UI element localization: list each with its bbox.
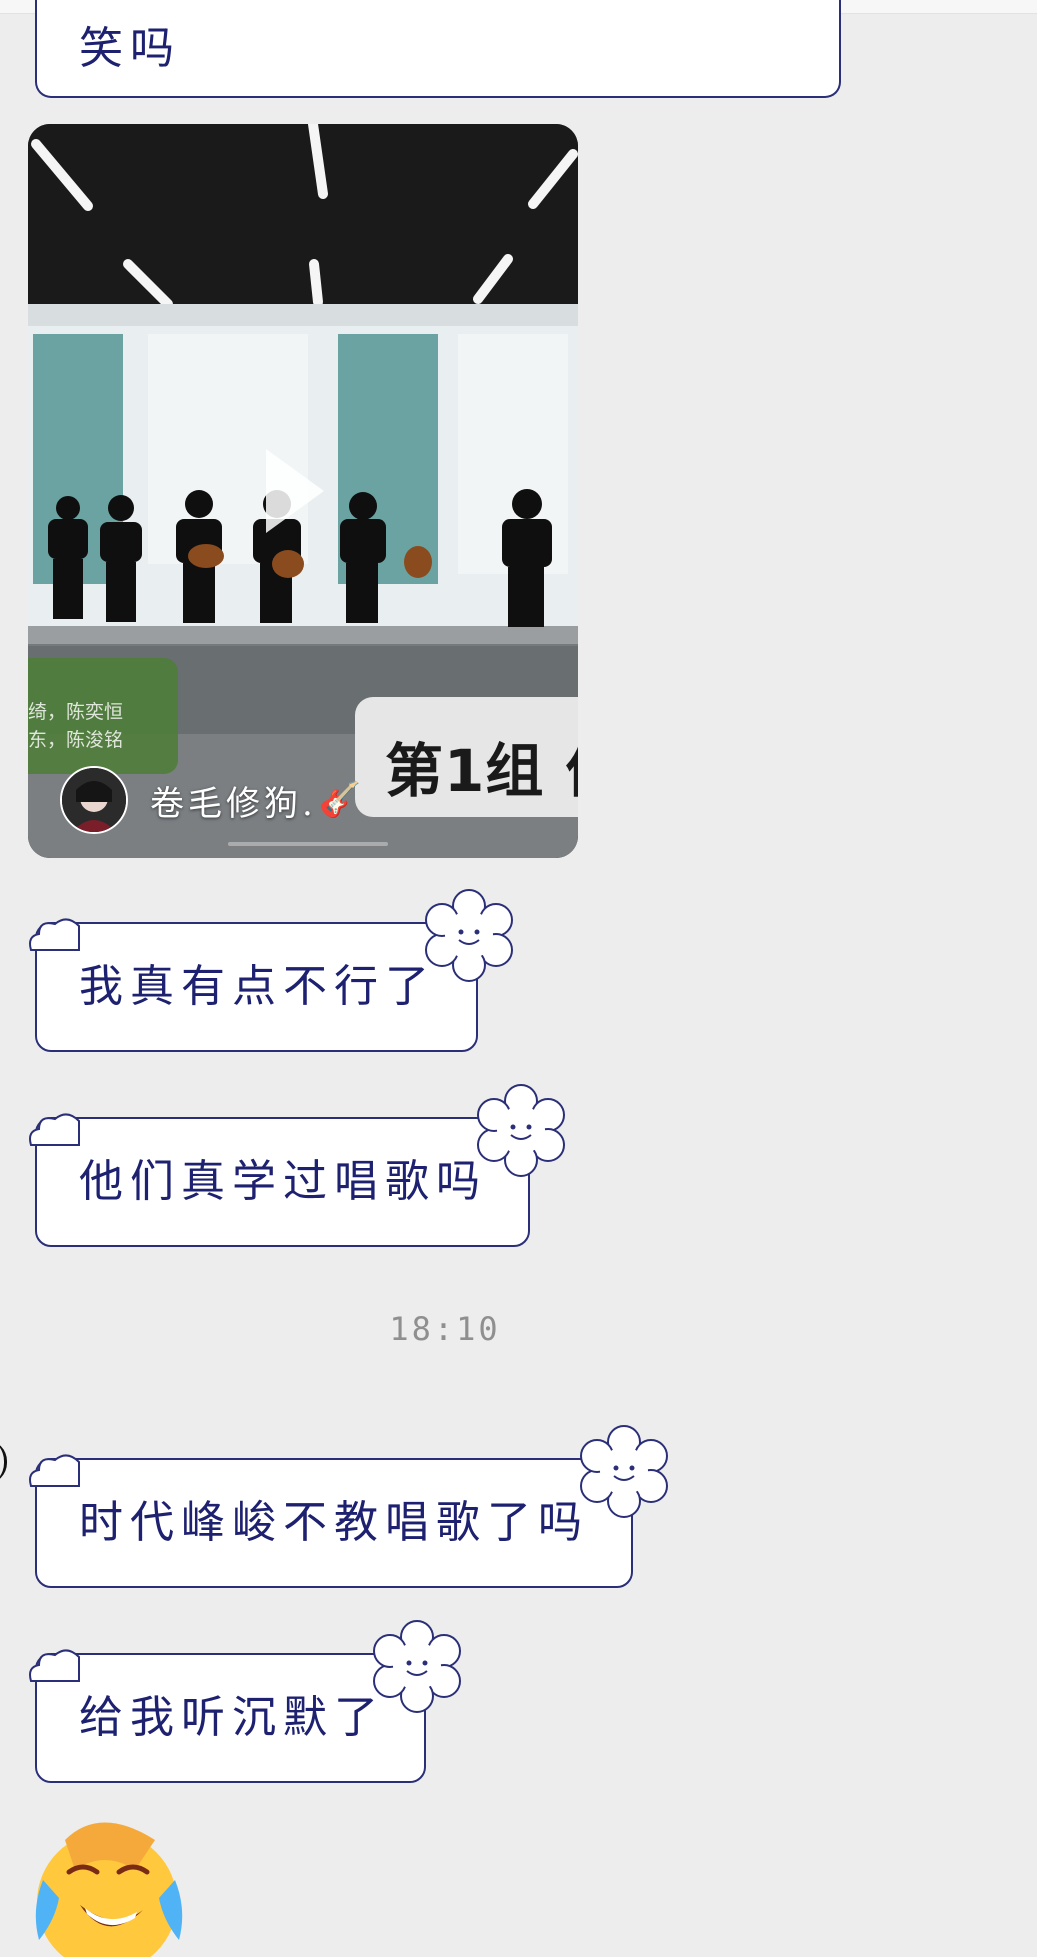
message-text: 时代峰峻不教唱歌了吗 — [79, 1497, 589, 1548]
smiley-flower-icon — [425, 889, 513, 982]
avatar-edge[interactable] — [0, 1440, 7, 1484]
timestamp: 18:10 — [389, 1310, 501, 1348]
names-line-2: 东，陈浚铭 — [28, 729, 124, 751]
author-name: 卷毛修狗. — [150, 783, 317, 824]
facepalm-laugh-emoji-icon[interactable] — [25, 1810, 190, 1957]
message-text: 笑吗 — [79, 23, 181, 74]
video-caption: 第1组 像 — [385, 737, 578, 805]
guitar-icon: 🎸 — [318, 780, 362, 820]
chat-bubble[interactable]: 给我听沉默了 — [29, 1620, 461, 1783]
cloud-puff-decoration — [29, 918, 80, 951]
names-overlay-text: 绮，陈奕恒 东，陈浚铭 — [28, 698, 158, 754]
chat-bubble[interactable]: 时代峰峻不教唱歌了吗 — [29, 1425, 668, 1588]
video-progress-bar — [228, 842, 388, 846]
chat-bubble[interactable]: 我真有点不行了 — [29, 889, 513, 1052]
avatar[interactable] — [60, 766, 128, 834]
smiley-flower-icon — [477, 1084, 565, 1177]
message-text: 他们真学过唱歌吗 — [79, 1156, 487, 1207]
message-text: 我真有点不行了 — [79, 961, 436, 1012]
chat-bubble[interactable]: 他们真学过唱歌吗 — [29, 1084, 565, 1247]
names-line-1: 绮，陈奕恒 — [28, 701, 124, 723]
chat-bubble[interactable]: 笑吗 — [35, 0, 841, 98]
video-card[interactable]: 绮，陈奕恒 东，陈浚铭 第1组 像 卷毛修狗. 🎸 — [28, 124, 578, 858]
message-text: 给我听沉默了 — [79, 1692, 385, 1743]
video-author[interactable]: 卷毛修狗. 🎸 — [60, 766, 362, 834]
cloud-puff-decoration — [29, 1454, 80, 1487]
play-icon[interactable] — [266, 449, 324, 533]
cloud-puff-decoration — [29, 1113, 80, 1146]
cloud-puff-decoration — [29, 1649, 80, 1682]
smiley-flower-icon — [580, 1425, 668, 1518]
